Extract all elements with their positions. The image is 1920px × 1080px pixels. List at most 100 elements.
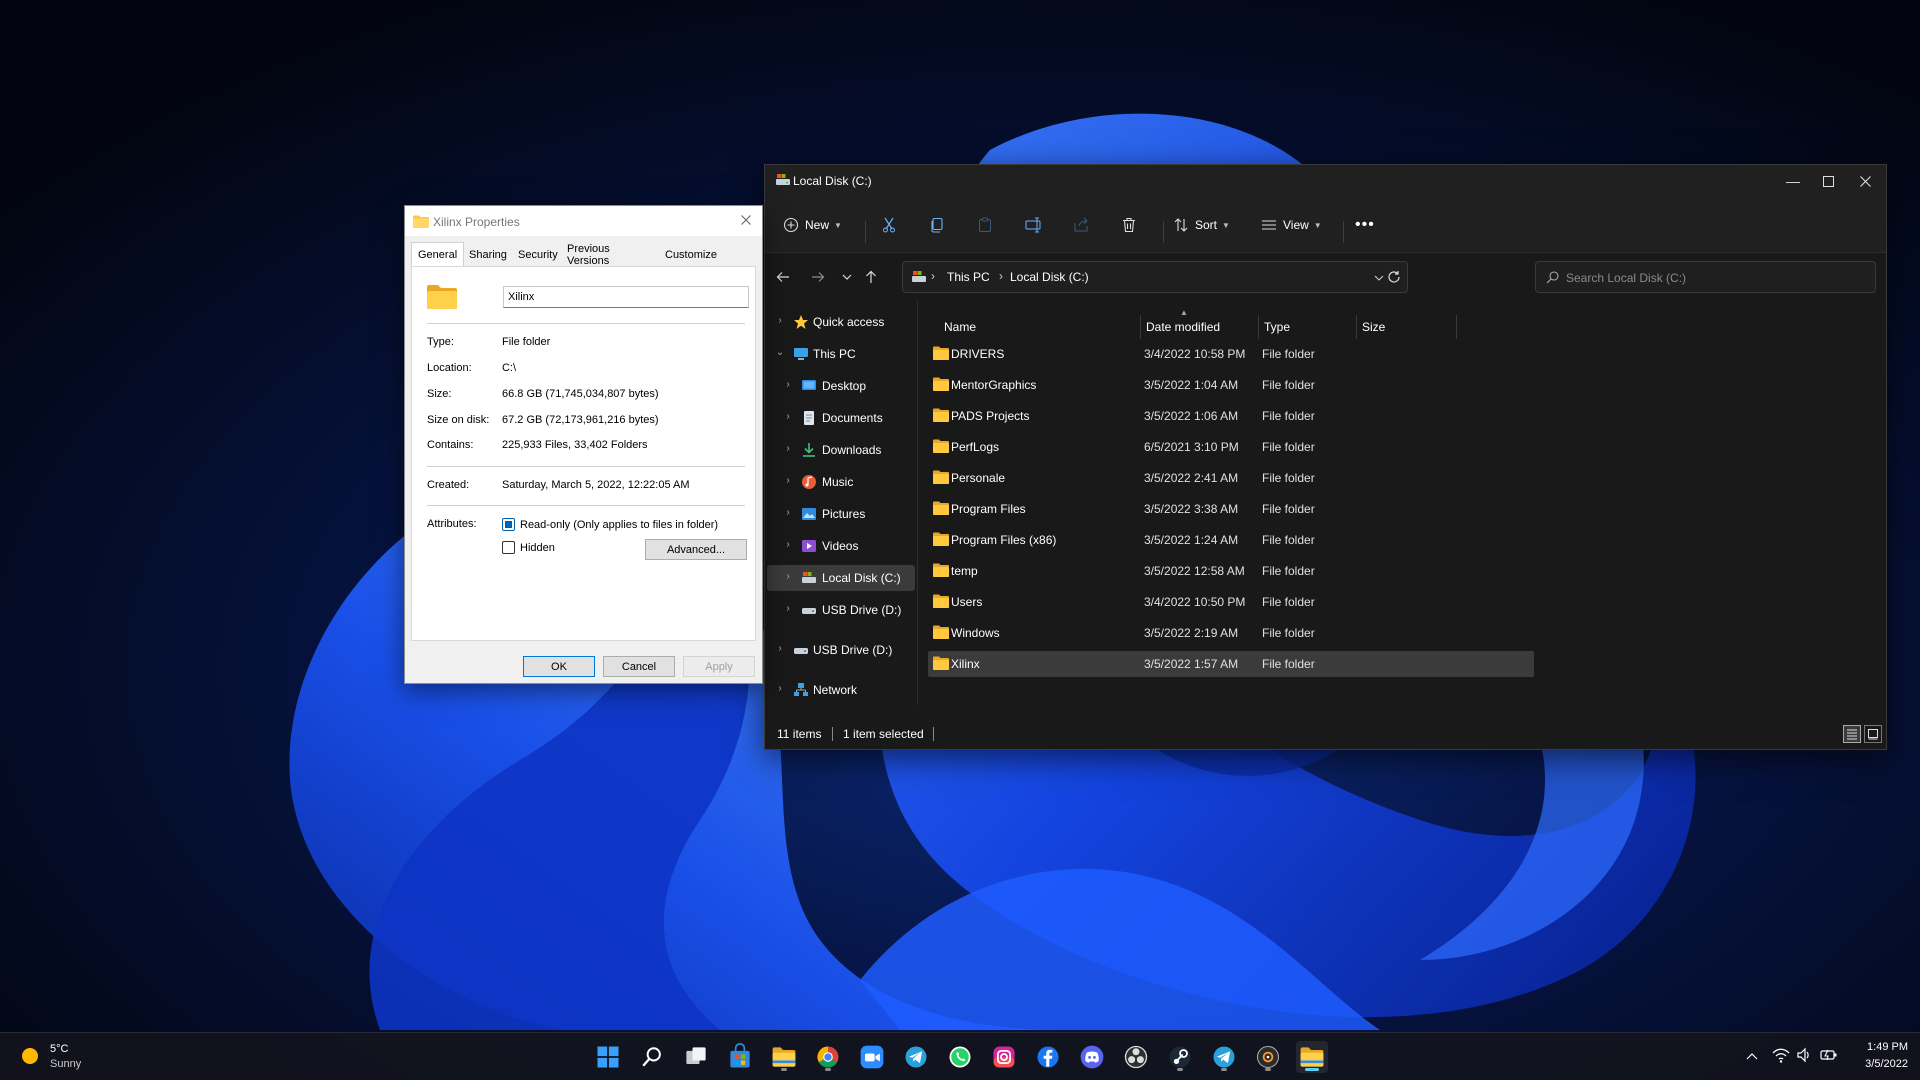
taskbar-discord-button[interactable] — [1076, 1041, 1108, 1073]
search-box[interactable] — [1535, 261, 1876, 293]
paste-button[interactable] — [977, 211, 993, 239]
column-divider[interactable] — [1258, 315, 1259, 339]
column-header-type[interactable]: Type — [1264, 315, 1290, 339]
wifi-icon[interactable] — [1772, 1047, 1790, 1063]
chevron-right-icon[interactable]: › — [783, 603, 793, 614]
back-button[interactable] — [771, 266, 795, 288]
nav-item-network[interactable]: › Network — [767, 677, 915, 703]
file-row[interactable]: Personale 3/5/2022 2:41 AM File folder — [928, 465, 1534, 491]
column-divider[interactable] — [1140, 315, 1141, 339]
tab-previous-versions[interactable]: Previous Versions — [561, 243, 616, 267]
taskbar-search-button[interactable] — [636, 1041, 668, 1073]
taskbar-facebook-button[interactable] — [1032, 1041, 1064, 1073]
chevron-right-icon[interactable]: › — [783, 443, 793, 454]
forward-button[interactable] — [806, 266, 830, 288]
clock-date[interactable]: 3/5/2022 — [1846, 1058, 1908, 1070]
tab-customize[interactable]: Customize — [659, 244, 723, 266]
chevron-up-icon[interactable] — [1746, 1051, 1758, 1061]
column-header-size[interactable]: Size — [1362, 315, 1385, 339]
chevron-right-icon[interactable]: › — [775, 683, 785, 694]
file-row[interactable]: Program Files 3/5/2022 3:38 AM File folder — [928, 496, 1534, 522]
search-input[interactable] — [1566, 269, 1866, 287]
breadcrumb-this-pc[interactable]: This PC — [947, 270, 990, 284]
chevron-right-icon[interactable]: › — [783, 507, 793, 518]
file-row[interactable]: Xilinx 3/5/2022 1:57 AM File folder — [928, 651, 1534, 677]
properties-dialog[interactable]: Xilinx Properties General Sharing Securi… — [404, 205, 763, 684]
chevron-right-icon[interactable]: › — [775, 315, 785, 326]
chevron-right-icon[interactable]: › — [783, 571, 793, 582]
cut-button[interactable] — [881, 211, 897, 239]
taskbar-store-button[interactable] — [724, 1041, 756, 1073]
taskbar-start-button[interactable] — [592, 1041, 624, 1073]
nav-item-documents[interactable]: › Documents — [767, 405, 915, 431]
hidden-checkbox[interactable] — [502, 541, 515, 554]
sort-button[interactable]: Sort ▼ — [1173, 211, 1230, 239]
taskbar-telegram-button[interactable] — [900, 1041, 932, 1073]
clock-time[interactable]: 1:49 PM — [1862, 1041, 1908, 1053]
cancel-button[interactable]: Cancel — [603, 656, 675, 677]
battery-icon[interactable] — [1820, 1047, 1838, 1063]
nav-item-desktop[interactable]: › Desktop — [767, 373, 915, 399]
refresh-icon[interactable] — [1387, 270, 1401, 284]
taskbar-obs-button[interactable] — [1120, 1041, 1152, 1073]
explorer-title-bar[interactable]: Local Disk (C:) — — [765, 165, 1886, 197]
file-row[interactable]: Program Files (x86) 3/5/2022 1:24 AM File … — [928, 527, 1534, 553]
column-divider[interactable] — [1356, 315, 1357, 339]
taskbar-whatsapp-button[interactable] — [944, 1041, 976, 1073]
chevron-right-icon[interactable]: › — [783, 379, 793, 390]
nav-item-this-pc[interactable]: ⌄ This PC — [767, 341, 915, 367]
tab-general[interactable]: General — [411, 242, 465, 266]
up-button[interactable] — [859, 266, 883, 288]
nav-item-downloads[interactable]: › Downloads — [767, 437, 915, 463]
nav-item-pictures[interactable]: › Pictures — [767, 501, 915, 527]
volume-icon[interactable] — [1796, 1047, 1812, 1063]
taskbar-task-view-button[interactable] — [680, 1041, 712, 1073]
nav-item-music[interactable]: › Music — [767, 469, 915, 495]
large-icons-view-button[interactable] — [1864, 725, 1882, 743]
close-button[interactable] — [1842, 165, 1888, 197]
apply-button[interactable]: Apply — [683, 656, 755, 677]
file-row[interactable]: PerfLogs 6/5/2021 3:10 PM File folder — [928, 434, 1534, 460]
chevron-down-icon[interactable]: ⌄ — [775, 347, 785, 358]
nav-item-quick-access[interactable]: › Quick access — [767, 309, 915, 335]
file-explorer-window[interactable]: Local Disk (C:) — New ▼ Sort ▼ View ▼ ••… — [764, 164, 1887, 750]
dialog-title-bar[interactable]: Xilinx Properties — [405, 206, 762, 236]
nav-item-videos[interactable]: › Videos — [767, 533, 915, 559]
taskbar-chrome-button[interactable] — [812, 1041, 844, 1073]
breadcrumb-local-disk[interactable]: Local Disk (C:) — [1010, 270, 1089, 284]
dialog-close-button[interactable] — [736, 210, 756, 230]
copy-button[interactable] — [929, 211, 945, 239]
file-row[interactable]: Windows 3/5/2022 2:19 AM File folder — [928, 620, 1534, 646]
nav-item-local-disk-c[interactable]: › Local Disk (C:) — [767, 565, 915, 591]
taskbar-file-explorer-button[interactable] — [1296, 1041, 1328, 1073]
new-button[interactable]: New ▼ — [783, 211, 842, 239]
view-button[interactable]: View ▼ — [1261, 211, 1322, 239]
taskbar-file-explorer-button[interactable] — [768, 1041, 800, 1073]
column-divider[interactable] — [1456, 315, 1457, 339]
taskbar-media-player-button[interactable] — [1252, 1041, 1284, 1073]
file-row[interactable]: MentorGraphics 3/5/2022 1:04 AM File folde… — [928, 372, 1534, 398]
column-header-date[interactable]: Date modified — [1146, 315, 1220, 339]
tab-security[interactable]: Security — [512, 244, 564, 266]
taskbar-zoom-button[interactable] — [856, 1041, 888, 1073]
taskbar-telegram-button[interactable] — [1208, 1041, 1240, 1073]
taskbar-steam-button[interactable] — [1164, 1041, 1196, 1073]
details-view-button[interactable] — [1843, 725, 1861, 743]
folder-name-field[interactable] — [503, 286, 749, 308]
nav-item-usb-drive-d[interactable]: › USB Drive (D:) — [767, 637, 915, 663]
share-button[interactable] — [1073, 211, 1089, 239]
ok-button[interactable]: OK — [523, 656, 595, 677]
file-row[interactable]: PADS Projects 3/5/2022 1:06 AM File folder — [928, 403, 1534, 429]
chevron-right-icon[interactable]: › — [783, 475, 793, 486]
file-row[interactable]: temp 3/5/2022 12:58 AM File folder — [928, 558, 1534, 584]
taskbar-instagram-button[interactable] — [988, 1041, 1020, 1073]
chevron-right-icon[interactable]: › — [775, 643, 785, 654]
advanced-button[interactable]: Advanced... — [645, 539, 747, 560]
file-row[interactable]: Users 3/4/2022 10:50 PM File folder — [928, 589, 1534, 615]
nav-item-usb-drive-d[interactable]: › USB Drive (D:) — [767, 597, 915, 623]
file-row[interactable]: DRIVERS 3/4/2022 10:58 PM File folder — [928, 341, 1534, 367]
address-bar[interactable]: › This PC › Local Disk (C:) — [902, 261, 1408, 293]
column-header-name[interactable]: Name — [944, 315, 976, 339]
chevron-right-icon[interactable]: › — [783, 411, 793, 422]
more-options-button[interactable]: ••• — [1355, 211, 1375, 239]
